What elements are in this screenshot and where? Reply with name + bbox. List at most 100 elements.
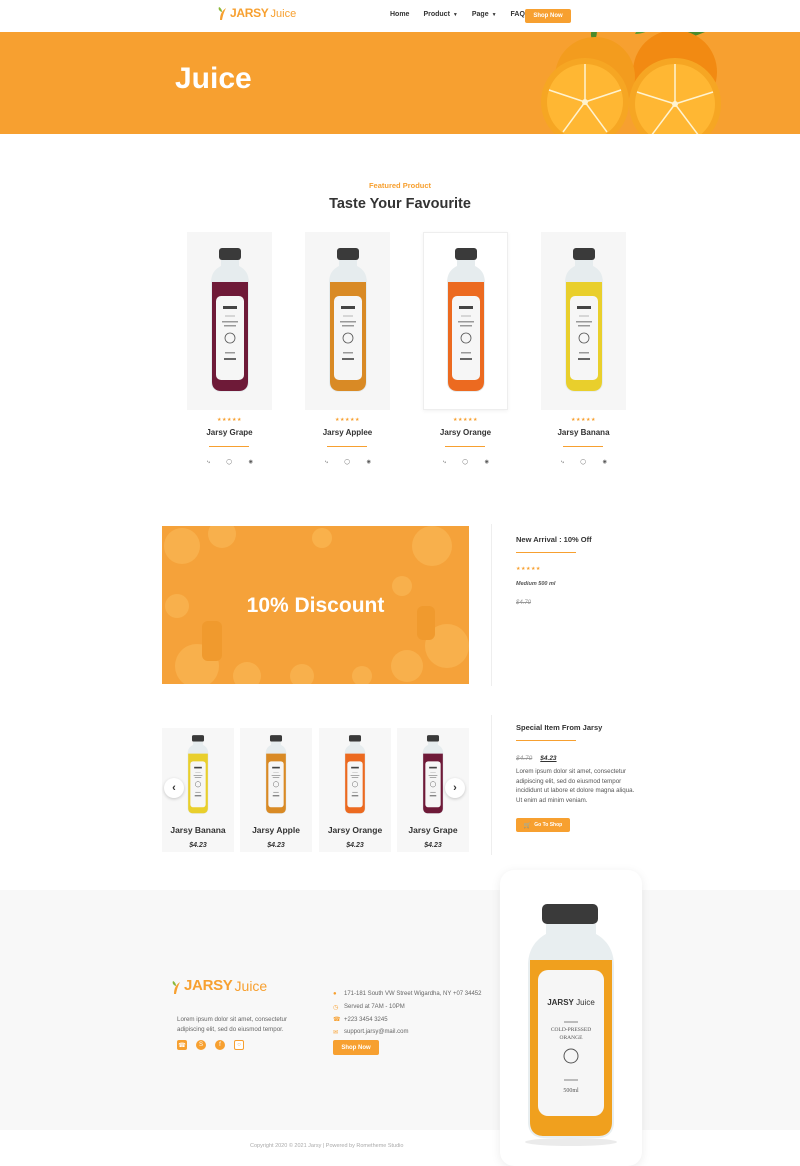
- nav-product[interactable]: Product ▼: [423, 11, 457, 18]
- juice-bottle-image: [187, 735, 209, 814]
- carousel-item-name[interactable]: Jarsy Grape: [397, 825, 469, 835]
- contact-row: ◷ Served at 7AM - 10PM: [333, 1004, 405, 1011]
- footer-about: Lorem ipsum dolor sit amet, consectetur …: [177, 1016, 288, 1033]
- instagram-icon[interactable]: ◉: [367, 459, 371, 465]
- instagram-icon[interactable]: ◉: [249, 459, 253, 465]
- footer-logo-sub: Juice: [234, 978, 268, 994]
- product-name[interactable]: Jarsy Orange: [423, 428, 508, 437]
- product-underline: [327, 446, 367, 447]
- footer-logo[interactable]: JARSY Juice: [172, 977, 267, 994]
- featured-bottle-card: JARSY Juice COLD-PRESSED ORANGE 500ml: [500, 870, 642, 1166]
- carousel-prev-button[interactable]: ‹: [164, 778, 184, 798]
- instagram-icon[interactable]: ○: [234, 1040, 244, 1050]
- big-bottle-line2: ORANGE: [559, 1035, 583, 1041]
- carousel-item-name[interactable]: Jarsy Apple: [240, 825, 312, 835]
- product-rating: ★★★★★: [571, 417, 596, 423]
- contact-row: ☎ +223 3454 3245: [333, 1016, 388, 1024]
- hero-title: Juice: [175, 62, 252, 95]
- product-rating: ★★★★★: [217, 417, 242, 423]
- product-card[interactable]: ★★★★★ Jarsy Banana ⤷ ◯ ◉: [541, 232, 626, 472]
- carousel-item-price: $4.23: [424, 842, 442, 849]
- discount-divider: [491, 524, 492, 686]
- carousel-item-image[interactable]: [397, 734, 469, 818]
- contact-text: +223 3454 3245: [344, 1016, 388, 1023]
- cart-icon: 🛒: [523, 822, 532, 829]
- nav-home[interactable]: Home: [390, 11, 409, 18]
- carousel-item-name[interactable]: Jarsy Banana: [162, 825, 234, 835]
- product-image-frame[interactable]: [305, 232, 390, 410]
- whatsapp-icon[interactable]: ◯: [344, 459, 350, 465]
- product-rating: ★★★★★: [335, 417, 360, 423]
- share-icon[interactable]: ⤷: [325, 459, 328, 465]
- juice-bottle-image: [344, 735, 366, 814]
- carousel-item-image[interactable]: [240, 734, 312, 818]
- product-social: ⤷ ◯ ◉: [443, 459, 489, 465]
- chevron-down-icon: ▼: [491, 11, 497, 18]
- instagram-icon[interactable]: ◉: [485, 459, 489, 465]
- product-name[interactable]: Jarsy Banana: [541, 428, 626, 437]
- footer-social: ☎ S f ○: [177, 1040, 244, 1050]
- contact-text: support.jarsy@mail.com: [344, 1029, 409, 1035]
- special-prices: $4.70 $4.23: [516, 755, 557, 762]
- header-logo[interactable]: JARSY Juice: [218, 6, 296, 20]
- product-card[interactable]: ★★★★★ Jarsy Orange ⤷ ◯ ◉: [423, 232, 508, 472]
- carousel-item-image[interactable]: [319, 734, 391, 818]
- instagram-icon[interactable]: ◉: [603, 459, 607, 465]
- juice-bottle-image: [210, 248, 249, 392]
- featured-title: Taste Your Favourite: [329, 196, 471, 212]
- carousel-item-price: $4.23: [267, 842, 285, 849]
- discount-banner-text: 10% Discount: [246, 594, 385, 617]
- share-icon[interactable]: ⤷: [443, 459, 446, 465]
- whatsapp-icon[interactable]: ◯: [462, 459, 468, 465]
- juice-bottle-image: [328, 248, 367, 392]
- discount-banner[interactable]: 10% Discount: [162, 526, 469, 684]
- special-old-price: $4.70: [516, 755, 533, 762]
- big-bottle-brand: JARSY Juice: [547, 998, 595, 1007]
- footer-copyright: Copyright 2020 © 2021 Jarsy | Powered by…: [250, 1143, 404, 1149]
- carousel-item[interactable]: Jarsy Orange $4.23: [319, 728, 391, 852]
- phone-icon[interactable]: ☎: [177, 1040, 187, 1050]
- big-bottle-line1: COLD-PRESSED: [550, 1027, 592, 1033]
- whatsapp-icon[interactable]: ◯: [580, 459, 586, 465]
- logo-brand: JARSY: [230, 6, 269, 20]
- share-icon[interactable]: ⤷: [561, 459, 564, 465]
- carousel-item-name[interactable]: Jarsy Orange: [319, 825, 391, 835]
- go-to-shop-button[interactable]: 🛒 Go To Shop: [516, 818, 570, 832]
- product-social: ⤷ ◯ ◉: [325, 459, 371, 465]
- hero-banner: Juice: [0, 32, 800, 134]
- product-rating: ★★★★★: [453, 417, 478, 423]
- facebook-icon[interactable]: f: [215, 1040, 225, 1050]
- new-arrival-title: New Arrival : 10% Off: [516, 535, 592, 544]
- carousel-item-price: $4.23: [189, 842, 207, 849]
- product-social: ⤷ ◯ ◉: [207, 459, 253, 465]
- carousel-item-image[interactable]: [162, 734, 234, 818]
- leaf-icon: [218, 7, 226, 20]
- carousel-next-button[interactable]: ›: [445, 778, 465, 798]
- product-image-frame[interactable]: [541, 232, 626, 410]
- footer-shop-now-button[interactable]: Shop Now: [333, 1040, 379, 1055]
- product-card[interactable]: ★★★★★ Jarsy Applee ⤷ ◯ ◉: [305, 232, 390, 472]
- clock-icon: ◷: [333, 1004, 339, 1011]
- new-arrival-rating: ★★★★★: [516, 566, 541, 572]
- product-social: ⤷ ◯ ◉: [561, 459, 607, 465]
- logo-sub: Juice: [270, 8, 297, 20]
- chevron-right-icon: ›: [453, 782, 457, 794]
- special-divider: [491, 715, 492, 855]
- product-card[interactable]: ★★★★★ Jarsy Grape ⤷ ◯ ◉: [187, 232, 272, 472]
- special-title: Special Item From Jarsy: [516, 723, 603, 732]
- carousel-item-price: $4.23: [346, 842, 364, 849]
- nav-page[interactable]: Page ▼: [472, 11, 497, 18]
- product-name[interactable]: Jarsy Grape: [187, 428, 272, 437]
- contact-row: ✉ support.jarsy@mail.com: [333, 1029, 408, 1036]
- header-shop-now-button[interactable]: Shop Now: [525, 9, 571, 23]
- whatsapp-icon[interactable]: ◯: [226, 459, 232, 465]
- product-name[interactable]: Jarsy Applee: [305, 428, 390, 437]
- nav-faq[interactable]: FAQ: [511, 11, 525, 18]
- carousel-item[interactable]: Jarsy Apple $4.23: [240, 728, 312, 852]
- new-arrival-old-price: $4.70: [516, 600, 532, 606]
- product-image-frame[interactable]: [423, 232, 508, 410]
- product-image-frame[interactable]: [187, 232, 272, 410]
- share-icon[interactable]: ⤷: [207, 459, 210, 465]
- special-new-price: $4.23: [540, 755, 557, 762]
- skype-icon[interactable]: S: [196, 1040, 206, 1050]
